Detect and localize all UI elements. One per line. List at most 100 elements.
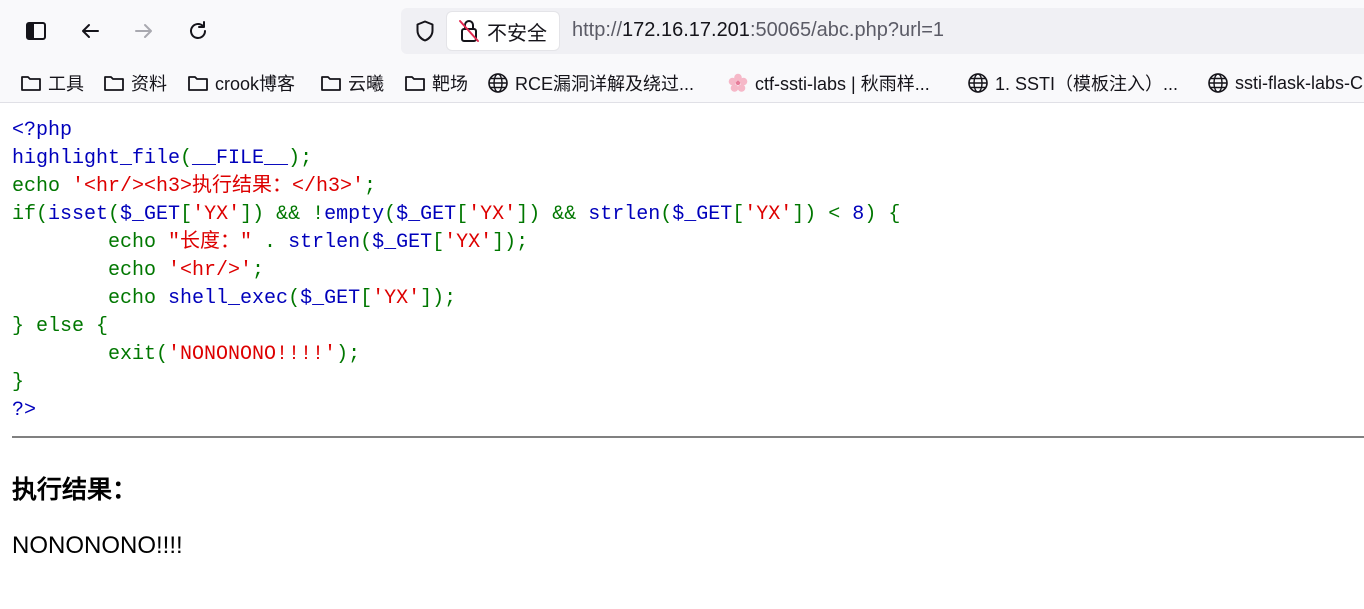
code-line: } (12, 369, 1364, 397)
folder-icon (405, 76, 425, 91)
code-token: ( (384, 203, 397, 226)
shield-icon[interactable] (413, 19, 437, 43)
globe-icon (968, 73, 988, 93)
back-arrow-icon (82, 24, 99, 38)
code-token: highlight_file (12, 147, 181, 170)
url-host: 172.16.17.201 (622, 19, 750, 41)
code-token: ]) && (516, 203, 589, 226)
code-line: echo '<hr/>'; (12, 257, 1364, 285)
code-token: $_GET (372, 231, 433, 254)
code-token: 'YX' (468, 203, 517, 226)
bookmark-folder-materials[interactable]: 资料 (103, 71, 167, 95)
horizontal-rule (12, 436, 1364, 438)
code-line: ?> (12, 397, 1364, 425)
bookmark-ctf-ssti-labs[interactable]: ctf-ssti-labs | 秋雨样... (727, 71, 930, 95)
url-scheme: http:// (572, 19, 623, 41)
url-text[interactable]: http://172.16.17.201:50065/abc.php?url=1 (572, 19, 944, 42)
result-text: NONONONO!!!! (12, 532, 183, 559)
bookmark-label: 工具 (48, 74, 84, 94)
bookmarks-bar: 工具 资料 crook博客 云曦 靶场 RCE漏洞详解及绕过... ctf-ss… (0, 64, 1364, 103)
bookmark-label: ssti-flask-labs-C (1235, 72, 1364, 93)
bookmark-folder-range[interactable]: 靶场 (404, 71, 468, 95)
code-token: echo (12, 287, 169, 310)
folder-icon (104, 76, 124, 91)
code-line: echo "长度：" . strlen($_GET['YX']); (12, 229, 1364, 257)
url-path: :50065/abc.php?url=1 (749, 19, 944, 41)
code-token: 'NONONONO!!!!' (168, 343, 337, 366)
bookmark-label: ctf-ssti-labs | 秋雨样... (755, 74, 930, 94)
bookmark-rce[interactable]: RCE漏洞详解及绕过... (487, 71, 694, 95)
bookmark-ssti-template[interactable]: 1. SSTI（模板注入）... (967, 71, 1178, 95)
code-token: ( (288, 287, 301, 310)
code-token: ; (252, 259, 265, 282)
forward-arrow-icon (135, 24, 152, 38)
code-token: [ (360, 287, 373, 310)
code-token: echo (12, 175, 73, 198)
code-token: ); (336, 343, 361, 366)
code-token: '<hr/><h3>执行结果：</h3>' (72, 175, 365, 198)
bookmark-folder-crook-blog[interactable]: crook博客 (187, 71, 295, 95)
code-token: 8 (852, 203, 865, 226)
code-line: exit('NONONONO!!!!'); (12, 341, 1364, 369)
bookmark-label: 1. SSTI（模板注入）... (995, 74, 1179, 94)
code-token: [ (456, 203, 469, 226)
code-token: 'YX' (192, 203, 241, 226)
browser-toolbar: 不安全 http://172.16.17.201:50065/abc.php?u… (0, 0, 1364, 64)
php-source-code: <?php highlight_file(__FILE__); echo '<hr/… (12, 117, 1364, 425)
code-token: "长度：" (168, 231, 253, 254)
code-line: echo '<hr/><h3>执行结果：</h3>'; (12, 173, 1364, 201)
code-token: 'YX' (372, 287, 421, 310)
code-token: 'YX' (744, 203, 793, 226)
back-button[interactable] (73, 14, 107, 48)
security-label: 不安全 (487, 22, 547, 45)
code-line: echo shell_exec($_GET['YX']); (12, 285, 1364, 313)
connection-not-secure-button[interactable]: 不安全 (447, 12, 559, 50)
code-token: if( (12, 203, 49, 226)
insecure-lock-icon (459, 20, 479, 42)
forward-button[interactable] (127, 14, 161, 48)
code-token: [ (180, 203, 193, 226)
flower-icon (728, 73, 748, 92)
code-token: ( (180, 147, 193, 170)
folder-icon (188, 76, 208, 91)
bookmark-label: 靶场 (432, 74, 468, 94)
code-token: strlen (588, 203, 661, 226)
code-token: ( (660, 203, 673, 226)
code-token: [ (432, 231, 445, 254)
bookmark-folder-tools[interactable]: 工具 (20, 71, 84, 95)
code-token: ); (288, 147, 313, 170)
reload-button[interactable] (181, 14, 215, 48)
code-token: ]) && ! (240, 203, 325, 226)
bookmark-label: 资料 (131, 74, 167, 94)
bookmark-folder-yunxi[interactable]: 云曦 (320, 71, 384, 95)
globe-icon (1208, 73, 1228, 93)
code-token: ; (364, 175, 377, 198)
result-heading: 执行结果： (12, 475, 138, 504)
sidebar-icon (26, 22, 46, 40)
code-token: } else { (12, 315, 109, 338)
code-line: if(isset($_GET['YX']) && !empty($_GET['Y… (12, 201, 1364, 229)
code-token: ]) < (792, 203, 853, 226)
sidebar-toggle-button[interactable] (19, 14, 53, 48)
code-token: shell_exec (168, 287, 289, 310)
code-token: [ (732, 203, 745, 226)
code-token: ) { (864, 203, 901, 226)
code-token: echo (12, 231, 169, 254)
code-line: } else { (12, 313, 1364, 341)
code-token: $_GET (396, 203, 457, 226)
code-token: ( (108, 203, 121, 226)
code-token: 'YX' (444, 231, 493, 254)
code-line: highlight_file(__FILE__); (12, 145, 1364, 173)
address-bar[interactable]: 不安全 http://172.16.17.201:50065/abc.php?u… (401, 8, 1364, 54)
code-token: isset (48, 203, 109, 226)
code-token: } (12, 371, 25, 394)
code-token: empty (324, 203, 385, 226)
code-token: $_GET (672, 203, 733, 226)
code-token: __FILE__ (192, 147, 289, 170)
code-token: ?> (12, 399, 37, 422)
code-token: <?php (12, 119, 73, 142)
code-token: strlen (288, 231, 361, 254)
code-token: '<hr/>' (168, 259, 253, 282)
reload-icon (190, 21, 206, 39)
bookmark-ssti-flask-labs[interactable]: ssti-flask-labs-C (1207, 71, 1363, 95)
